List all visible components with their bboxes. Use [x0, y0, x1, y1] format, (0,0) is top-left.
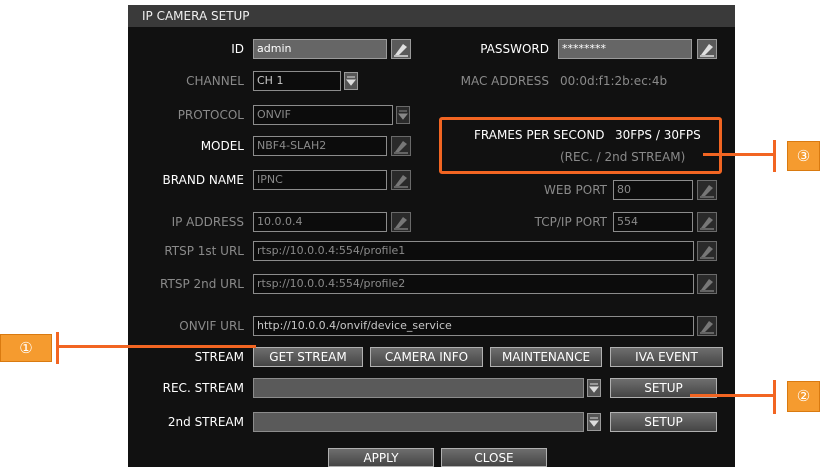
onvif-url-keyboard-button[interactable] — [697, 316, 717, 336]
callout-1-line — [56, 345, 256, 348]
iva-event-button[interactable]: IVA EVENT — [610, 347, 723, 367]
tcp-port-keyboard-button[interactable] — [697, 212, 717, 232]
rec-stream-dropdown-button[interactable] — [587, 379, 601, 397]
ip-address-label: IP ADDRESS — [171, 215, 244, 229]
chevron-down-icon — [346, 76, 356, 86]
mac-address-label: MAC ADDRESS — [460, 74, 549, 88]
edit-icon — [394, 175, 408, 188]
callout-badge-1: ① — [0, 334, 52, 362]
get-stream-button[interactable]: GET STREAM — [253, 347, 363, 367]
fps-highlight-box — [439, 117, 722, 174]
id-label: ID — [231, 42, 244, 56]
rec-stream-label: REC. STREAM — [162, 381, 244, 395]
chevron-down-icon — [589, 383, 599, 393]
brand-name-field[interactable]: IPNC — [253, 170, 387, 190]
callout-2-bar — [773, 380, 776, 414]
callout-badge-3: ③ — [787, 141, 820, 171]
camera-info-button[interactable]: CAMERA INFO — [370, 347, 483, 367]
channel-select[interactable]: CH 1 — [253, 71, 341, 91]
edit-icon — [700, 217, 714, 230]
rtsp1-field[interactable]: rtsp://10.0.0.4:554/profile1 — [253, 241, 694, 261]
maintenance-button[interactable]: MAINTENANCE — [490, 347, 602, 367]
stream-label: STREAM — [194, 350, 244, 364]
brand-name-label: BRAND NAME — [162, 173, 244, 187]
protocol-label: PROTOCOL — [177, 108, 244, 122]
password-keyboard-button[interactable] — [697, 39, 717, 59]
brand-name-keyboard-button[interactable] — [391, 170, 411, 190]
edit-icon — [700, 321, 714, 334]
edit-icon — [700, 279, 714, 292]
rtsp2-label: RTSP 2nd URL — [160, 277, 244, 291]
edit-icon — [700, 185, 714, 198]
ip-address-field[interactable]: 10.0.0.4 — [253, 212, 387, 232]
channel-dropdown-button[interactable] — [344, 72, 358, 90]
rec-stream-select[interactable] — [253, 378, 584, 398]
chevron-down-icon — [589, 417, 599, 427]
second-stream-label: 2nd STREAM — [167, 415, 244, 429]
web-port-field[interactable]: 80 — [613, 180, 693, 200]
close-button[interactable]: CLOSE — [441, 448, 547, 467]
edit-icon — [394, 44, 408, 57]
edit-icon — [700, 246, 714, 259]
apply-button[interactable]: APPLY — [328, 448, 434, 467]
tcp-port-field[interactable]: 554 — [613, 212, 693, 232]
model-keyboard-button[interactable] — [391, 136, 411, 156]
callout-3-bar — [773, 140, 776, 172]
callout-2-line — [690, 394, 774, 397]
edit-icon — [700, 44, 714, 57]
id-keyboard-button[interactable] — [391, 39, 411, 59]
tcp-port-label: TCP/IP PORT — [534, 215, 607, 229]
onvif-url-label: ONVIF URL — [179, 319, 244, 333]
ip-camera-setup-dialog: IP CAMERA SETUP ID admin PASSWORD ******… — [128, 5, 735, 467]
rtsp2-keyboard-button[interactable] — [697, 274, 717, 294]
edit-icon — [394, 141, 408, 154]
onvif-url-field[interactable]: http://10.0.0.4/onvif/device_service — [253, 316, 694, 336]
protocol-select[interactable]: ONVIF — [253, 105, 393, 125]
edit-icon — [394, 217, 408, 230]
callout-1-bar — [56, 332, 59, 364]
web-port-keyboard-button[interactable] — [697, 180, 717, 200]
rtsp1-label: RTSP 1st URL — [164, 244, 244, 258]
ip-address-keyboard-button[interactable] — [391, 212, 411, 232]
mac-address-value: 00:0d:f1:2b:ec:4b — [560, 74, 668, 88]
model-label: MODEL — [200, 139, 244, 153]
second-stream-dropdown-button[interactable] — [587, 413, 601, 431]
second-stream-setup-button[interactable]: SETUP — [610, 412, 717, 432]
rtsp1-keyboard-button[interactable] — [697, 241, 717, 261]
model-field[interactable]: NBF4-SLAH2 — [253, 136, 387, 156]
callout-badge-2: ② — [787, 381, 820, 412]
id-field[interactable]: admin — [253, 39, 387, 59]
password-label: PASSWORD — [480, 42, 549, 56]
web-port-label: WEB PORT — [544, 183, 607, 197]
second-stream-select[interactable] — [253, 412, 584, 432]
protocol-dropdown-button[interactable] — [396, 106, 410, 124]
password-field[interactable]: ******** — [558, 39, 692, 59]
dialog-title: IP CAMERA SETUP — [128, 5, 735, 27]
chevron-down-icon — [398, 110, 408, 120]
rtsp2-field[interactable]: rtsp://10.0.0.4:554/profile2 — [253, 274, 694, 294]
callout-3-line — [703, 153, 775, 156]
channel-label: CHANNEL — [186, 74, 244, 88]
